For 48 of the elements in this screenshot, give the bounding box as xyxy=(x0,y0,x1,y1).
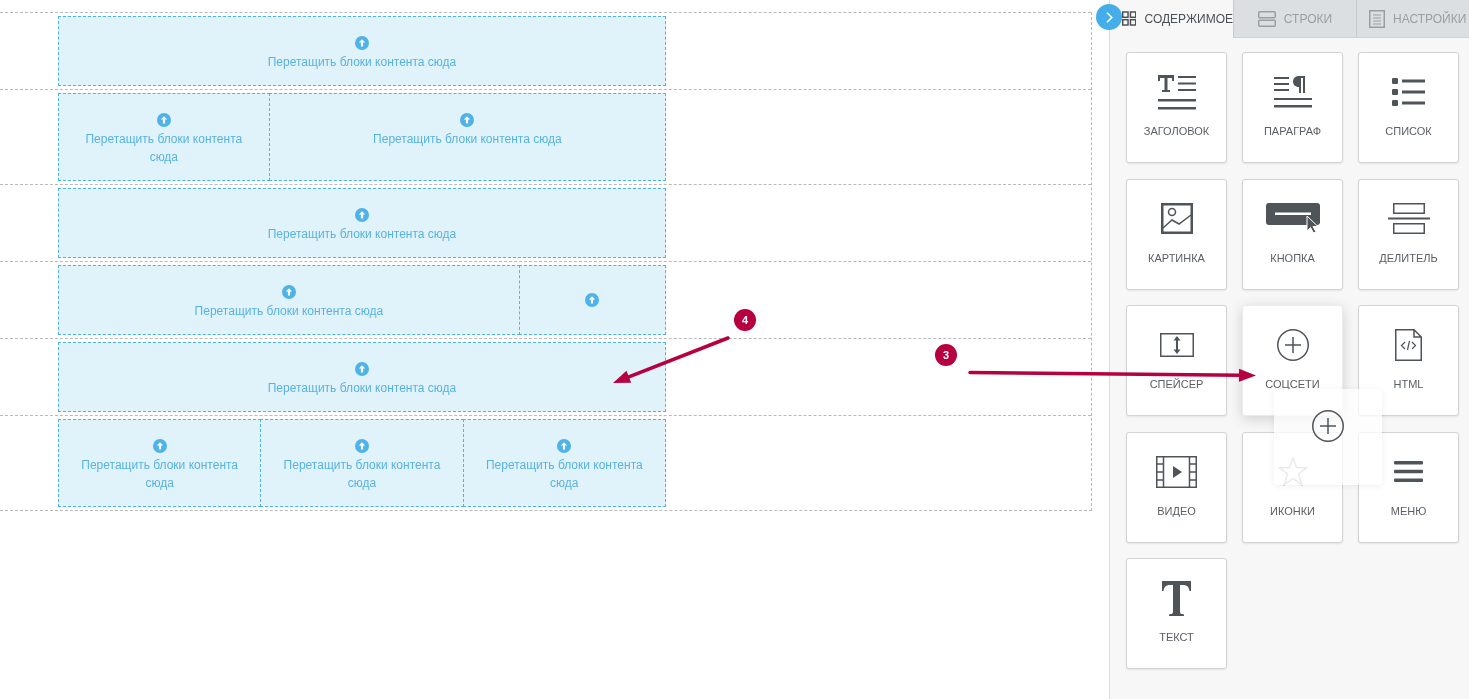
button-cursor-icon xyxy=(1265,203,1320,234)
divider-icon xyxy=(1387,203,1430,234)
content-block-tile[interactable]: СПЕЙСЕР xyxy=(1126,305,1227,416)
content-block-tile[interactable]: ЗАГОЛОВОК xyxy=(1126,52,1227,163)
upload-icon xyxy=(557,439,572,453)
upload-icon xyxy=(355,208,369,222)
upload-icon xyxy=(355,36,369,50)
upload-icon xyxy=(152,439,167,453)
plus-circle-icon xyxy=(1276,329,1309,361)
drop-hint-text: Перетащить блоки контента сюда xyxy=(373,131,562,148)
drop-hint-text: Перетащить блоки контента сюда xyxy=(80,457,240,492)
content-block-tile[interactable]: СПИСОК xyxy=(1358,52,1459,163)
panel-toggle-button[interactable] xyxy=(1096,4,1122,30)
menu-icon xyxy=(1394,461,1423,482)
drop-hint-text: Перетащить блоки контента сюда xyxy=(267,54,457,71)
document-icon xyxy=(1369,9,1385,28)
image-icon xyxy=(1160,203,1193,234)
grid-icon xyxy=(1122,11,1137,26)
drop-hint-text: Перетащить блоки контента сюда xyxy=(267,380,457,397)
step-marker: 3 xyxy=(935,344,957,366)
content-block-tile[interactable]: ПАРАГРАФ xyxy=(1242,52,1343,163)
content-block-tile[interactable]: ДЕЛИТЕЛЬ xyxy=(1358,178,1459,290)
upload-icon xyxy=(460,113,475,127)
content-block-tile[interactable]: ВИДЕО xyxy=(1126,431,1227,543)
upload-icon xyxy=(281,285,296,299)
drop-hint-text: Перетащить блоки контента сюда xyxy=(194,303,384,320)
drop-hint-text: Перетащить блоки контента сюда xyxy=(267,226,457,243)
serif-t-icon xyxy=(1162,580,1191,616)
upload-icon xyxy=(355,439,369,453)
content-block-tile[interactable]: ТЕКСТ xyxy=(1126,558,1227,669)
content-block-tile[interactable]: HTML xyxy=(1358,305,1459,416)
heading-lines-icon xyxy=(1157,74,1196,110)
chevron-right-icon xyxy=(1105,11,1113,23)
code-file-icon xyxy=(1395,329,1422,361)
drop-hint-text: Перетащить блоки контента сюда xyxy=(282,457,442,492)
upload-icon xyxy=(585,293,600,307)
content-block-tile[interactable]: КНОПКА xyxy=(1242,178,1343,290)
plus-circle-icon xyxy=(1312,410,1344,442)
bullet-list-icon xyxy=(1392,78,1425,106)
content-block-tile[interactable]: КАРТИНКА xyxy=(1126,178,1227,290)
film-play-icon xyxy=(1156,455,1197,488)
paragraph-icon xyxy=(1273,76,1312,108)
upload-icon xyxy=(156,113,171,127)
stacked-rows-icon xyxy=(1257,10,1276,27)
step-marker: 4 xyxy=(734,309,756,331)
upload-icon xyxy=(355,362,369,376)
drop-hint-text: Перетащить блоки контента сюда xyxy=(84,131,244,166)
drop-hint-text: Перетащить блоки контента сюда xyxy=(484,457,644,492)
